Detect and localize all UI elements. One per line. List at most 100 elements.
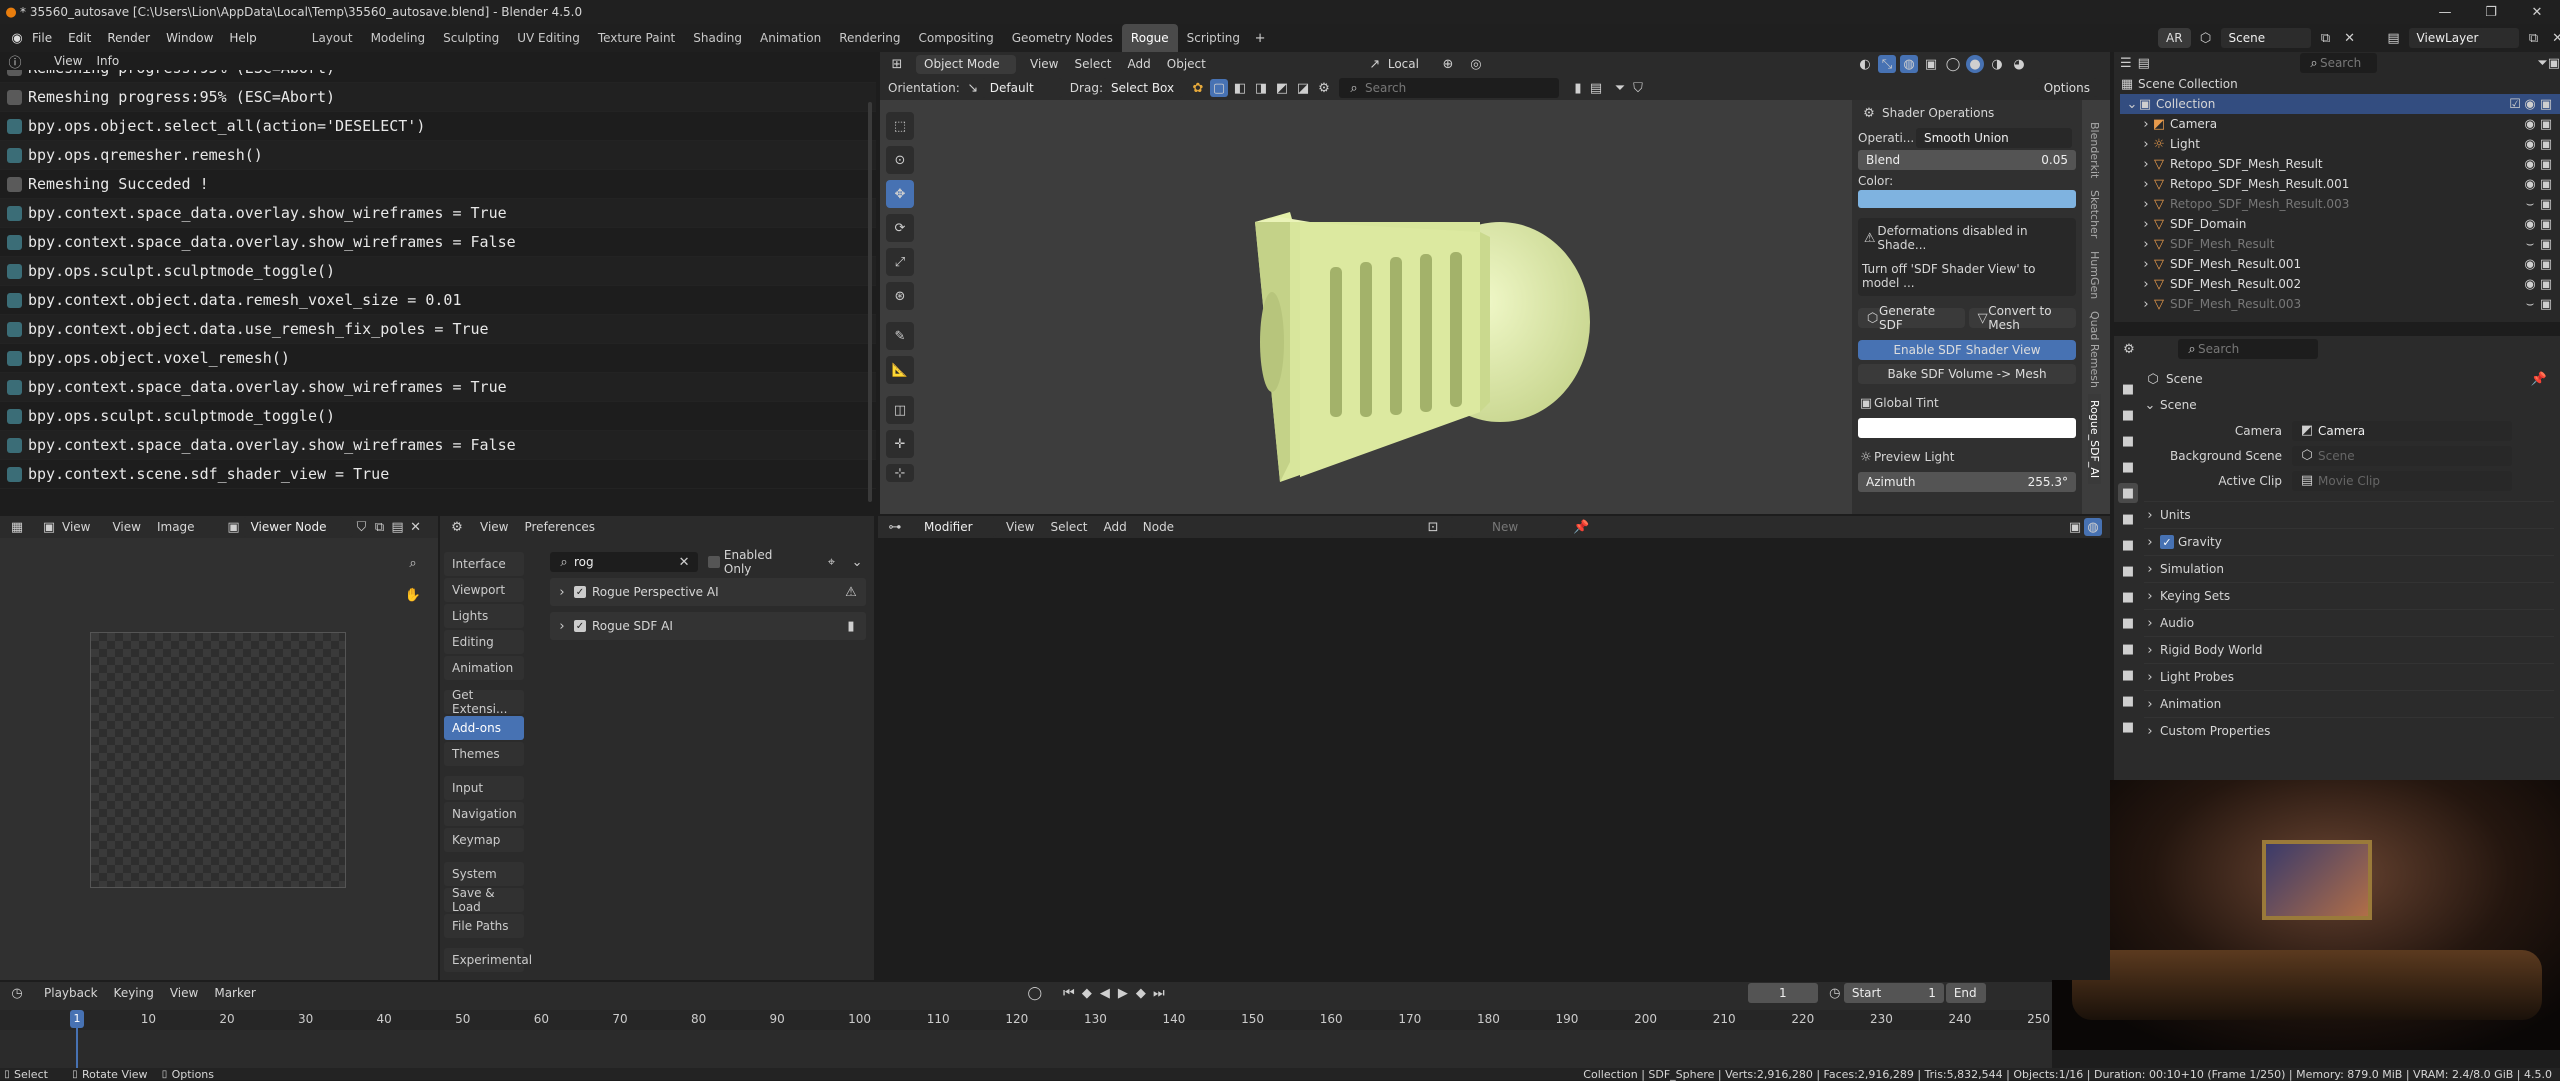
section-light-probes[interactable]: › Light Probes <box>2144 663 2554 690</box>
play-reverse-icon[interactable]: ◀ <box>1096 984 1114 1002</box>
checkbox-icon[interactable]: ☑ <box>2508 95 2522 113</box>
camera-render-icon[interactable]: ▣ <box>2538 295 2554 313</box>
ie-menu-view[interactable]: View <box>62 520 90 534</box>
origin-icon[interactable]: ✛ <box>886 430 914 458</box>
log-line[interactable]: bpy.context.space_data.overlay.show_wire… <box>0 431 876 460</box>
workspace-tab-geometry-nodes[interactable]: Geometry Nodes <box>1003 24 1122 52</box>
camera-render-icon[interactable]: ▣ <box>2538 155 2554 173</box>
gizmo-icon[interactable]: ◍ <box>2084 518 2102 536</box>
outliner-item[interactable]: › ▽ Retopo_SDF_Mesh_Result.003 ⌣ ▣ <box>2120 194 2560 214</box>
prefs-tab-lights[interactable]: Lights <box>444 604 524 628</box>
camera-field[interactable]: ◩ Camera <box>2292 420 2512 441</box>
prefs-tab-animation[interactable]: Animation <box>444 656 524 680</box>
eye-icon[interactable]: ◉ <box>2522 155 2538 173</box>
vp-menu-add[interactable]: Add <box>1128 57 1151 71</box>
info-menu-info[interactable]: Info <box>96 54 119 68</box>
workspace-tab-rendering[interactable]: Rendering <box>830 24 909 52</box>
prefs-tab-keymap[interactable]: Keymap <box>444 828 524 852</box>
camera-render-icon[interactable]: ▣ <box>2538 255 2554 273</box>
ar-button[interactable]: AR <box>2158 28 2191 48</box>
log-line[interactable]: bpy.ops.object.voxel_remesh() <box>0 344 876 373</box>
properties-search[interactable]: ⌕ Search <box>2178 339 2318 359</box>
eye-icon[interactable]: ◉ <box>2522 135 2538 153</box>
image-browse-icon[interactable]: ▣ <box>225 518 243 536</box>
outliner-item[interactable]: › ▽ SDF_Mesh_Result.003 ⌣ ▣ <box>2120 294 2560 314</box>
expand-icon[interactable]: › <box>2140 235 2152 253</box>
eye-icon[interactable]: ◉ <box>2522 115 2538 133</box>
prefs-menu-preferences[interactable]: Preferences <box>524 520 595 534</box>
addon-enabled-checkbox[interactable]: ✓ <box>574 620 586 632</box>
camera-render-icon[interactable]: ▣ <box>2538 275 2554 293</box>
prefs-tab-input[interactable]: Input <box>444 776 524 800</box>
outliner-item[interactable]: › ▽ SDF_Mesh_Result.002 ◉ ▣ <box>2120 274 2560 294</box>
chevron-right-icon[interactable]: › <box>556 617 568 635</box>
log-line[interactable]: bpy.ops.qremesher.remesh() <box>0 141 876 170</box>
pin-icon[interactable]: 📌 <box>2530 370 2548 388</box>
tl-menu-keying[interactable]: Keying <box>114 986 154 1000</box>
prefs-tab-experimental[interactable]: Experimental <box>444 948 532 972</box>
copy-viewlayer-icon[interactable]: ⧉ <box>2525 29 2543 47</box>
camera-render-icon[interactable]: ▣ <box>2538 175 2554 193</box>
properties-type-icon[interactable]: ⚙ <box>2120 340 2138 358</box>
open-image-icon[interactable]: ▤ <box>389 518 407 536</box>
scene-collection-row[interactable]: ▦ Scene Collection <box>2120 74 2560 94</box>
node-tree-type[interactable]: Modifier <box>916 517 996 537</box>
select-intersect-icon[interactable]: ◪ <box>1294 79 1312 97</box>
move-icon[interactable]: ✥ <box>886 180 914 208</box>
section-keying-sets[interactable]: › Keying Sets <box>2144 582 2554 609</box>
eye-icon[interactable]: ◉ <box>2522 275 2538 293</box>
vp-menu-select[interactable]: Select <box>1074 57 1111 71</box>
camera-render-icon[interactable]: ▣ <box>2538 235 2554 253</box>
prefs-tab-navigation[interactable]: Navigation <box>444 802 524 826</box>
view-mode-icon[interactable]: ▣ <box>40 518 58 536</box>
new-collection-icon[interactable]: ▣ <box>2548 54 2560 72</box>
3d-viewport[interactable]: ⊞ Object Mode View Select Add Object ↗ L… <box>880 52 2110 514</box>
add-cube-icon[interactable]: ◫ <box>886 396 914 424</box>
display-mode-icon[interactable]: ▤ <box>2138 54 2150 72</box>
start-frame-field[interactable]: Start 1 <box>1843 983 1944 1003</box>
enabled-only-checkbox[interactable] <box>708 556 720 568</box>
particles-tab-icon[interactable]: ■ <box>2118 613 2138 633</box>
blender-menu-icon[interactable]: ◉ <box>8 29 26 47</box>
prefs-tab-interface[interactable]: Interface <box>444 552 524 576</box>
camera-render-icon[interactable]: ▣ <box>2538 95 2554 113</box>
camera-render-icon[interactable]: ▣ <box>2538 195 2554 213</box>
log-line[interactable]: bpy.ops.object.select_all(action='DESELE… <box>0 112 876 141</box>
transform-orientation-icon[interactable]: ↗ <box>1366 55 1384 73</box>
chevron-right-icon[interactable]: › <box>556 583 568 601</box>
select-subtract-icon[interactable]: ◨ <box>1252 79 1270 97</box>
expand-icon[interactable]: › <box>2140 255 2152 273</box>
expand-icon[interactable]: › <box>2140 155 2152 173</box>
editor-type-icon[interactable]: ◷ <box>8 984 26 1002</box>
workspace-tab-animation[interactable]: Animation <box>751 24 830 52</box>
node-tree-icon[interactable]: ⊡ <box>1424 518 1442 536</box>
outliner-type-icon[interactable]: ☰ <box>2120 54 2132 72</box>
log-line[interactable]: bpy.context.object.data.use_remesh_fix_p… <box>0 315 876 344</box>
ne-menu-select[interactable]: Select <box>1050 520 1087 534</box>
tl-menu-view[interactable]: View <box>170 986 198 1000</box>
rotate-icon[interactable]: ⟳ <box>886 214 914 242</box>
vp-menu-object[interactable]: Object <box>1167 57 1206 71</box>
collection-tab-icon[interactable]: ■ <box>2118 535 2138 555</box>
filter-icon[interactable]: ⏷ <box>2537 54 2547 72</box>
section-gravity[interactable]: › ✓ Gravity <box>2144 528 2554 555</box>
xray-icon[interactable]: ▣ <box>1922 55 1940 73</box>
snap-icon[interactable]: ⊕ <box>1439 55 1457 73</box>
next-key-icon[interactable]: ◆ <box>1132 984 1150 1002</box>
play-icon[interactable]: ▶ <box>1114 984 1132 1002</box>
azimuth-field[interactable]: Azimuth 255.3° <box>1858 472 2076 492</box>
select-box-icon[interactable]: ⬚ <box>886 112 914 140</box>
n-panel-tab-sketcher[interactable]: Sketcher <box>2088 184 2101 244</box>
overlay-icon[interactable]: ▣ <box>2066 518 2084 536</box>
mode-selector[interactable]: Object Mode <box>916 54 1016 74</box>
warning-icon[interactable]: ⚠ <box>842 583 860 601</box>
restore-icon[interactable]: ❐ <box>2468 3 2514 21</box>
outliner-item[interactable]: › ▽ Retopo_SDF_Mesh_Result.001 ◉ ▣ <box>2120 174 2560 194</box>
outliner-item[interactable]: › ◩ Camera ◉ ▣ <box>2120 114 2560 134</box>
folder-icon[interactable]: ▮ <box>842 617 860 635</box>
generate-sdf-button[interactable]: ⬡ Generate SDF <box>1858 304 1965 332</box>
object-tab-icon[interactable]: ■ <box>2118 561 2138 581</box>
info-menu-view[interactable]: View <box>54 54 82 68</box>
expand-icon[interactable]: › <box>2140 115 2152 133</box>
workspace-tab-uv-editing[interactable]: UV Editing <box>508 24 589 52</box>
